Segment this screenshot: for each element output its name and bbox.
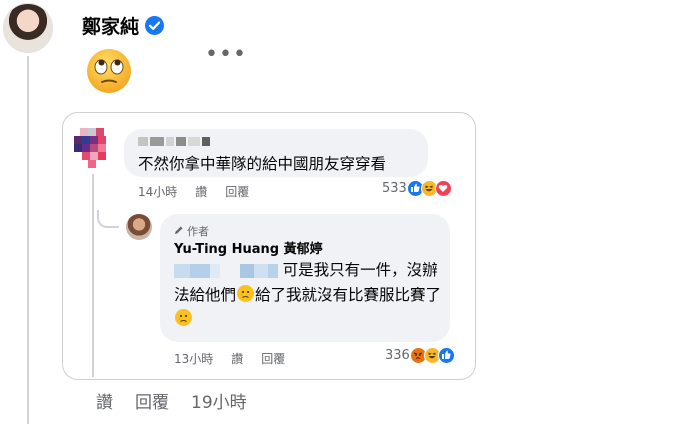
reply-text: 可是我只有一件，沒辦法給他們 給了我就沒有比賽服比賽了 [174, 258, 444, 332]
reply-reaction-count: 336 [385, 348, 410, 363]
redacted-mention [174, 263, 190, 278]
reply-button[interactable]: 回覆 [135, 388, 169, 413]
reply-meta: 13小時 讚 回覆 [174, 350, 285, 367]
crying-face-icon [175, 309, 192, 326]
face-with-rolling-eyes-icon [84, 46, 134, 96]
crying-face-icon [237, 284, 255, 302]
comment-author-row: 鄭家純 [82, 12, 165, 39]
author-tag: 作者 [174, 223, 209, 239]
reply-like-button[interactable]: 讚 [231, 350, 243, 367]
comment-time[interactable]: 14小時 [138, 183, 177, 200]
redacted-mention [253, 263, 268, 278]
reaction-count: 533 [382, 181, 407, 196]
commenter-avatar[interactable] [74, 128, 110, 168]
reply-reaction-summary[interactable]: 336 [385, 347, 455, 364]
reply-connector [97, 210, 119, 228]
comment-actions: 讚 回覆 19小時 [96, 388, 247, 413]
redacted-mention [239, 263, 254, 278]
like-button[interactable]: 讚 [195, 183, 207, 200]
comment-time[interactable]: 19小時 [191, 388, 247, 413]
reply-thread-line [92, 174, 94, 377]
author-tag-label: 作者 [187, 225, 209, 238]
comment-meta: 14小時 讚 回覆 [138, 183, 249, 200]
redacted-commenter-name [138, 137, 210, 146]
like-icon [437, 347, 455, 364]
love-icon [434, 180, 452, 197]
pencil-icon [174, 225, 184, 238]
reply-reply-button[interactable]: 回覆 [261, 350, 285, 367]
reply-text-part2: 給了我就沒有比賽服比賽了 [255, 285, 442, 304]
redacted-mention [210, 263, 220, 278]
redacted-mention [190, 263, 210, 278]
thread-line [27, 56, 29, 424]
verified-badge-icon [145, 16, 165, 35]
author-name[interactable]: 鄭家純 [82, 12, 139, 39]
like-button[interactable]: 讚 [96, 388, 113, 413]
avatar[interactable] [3, 3, 53, 53]
reaction-summary[interactable]: 533 [382, 180, 452, 197]
reply-time[interactable]: 13小時 [174, 350, 213, 367]
more-options-icon[interactable]: ••• [205, 44, 247, 66]
reply-button[interactable]: 回覆 [225, 183, 249, 200]
reply-author-name[interactable]: Yu-Ting Huang 黃郁婷 [174, 238, 323, 257]
redacted-mention [267, 263, 278, 278]
comment-text: 不然你拿中華隊的給中國朋友穿穿看 [138, 155, 387, 173]
reply-author-avatar[interactable] [126, 214, 152, 240]
